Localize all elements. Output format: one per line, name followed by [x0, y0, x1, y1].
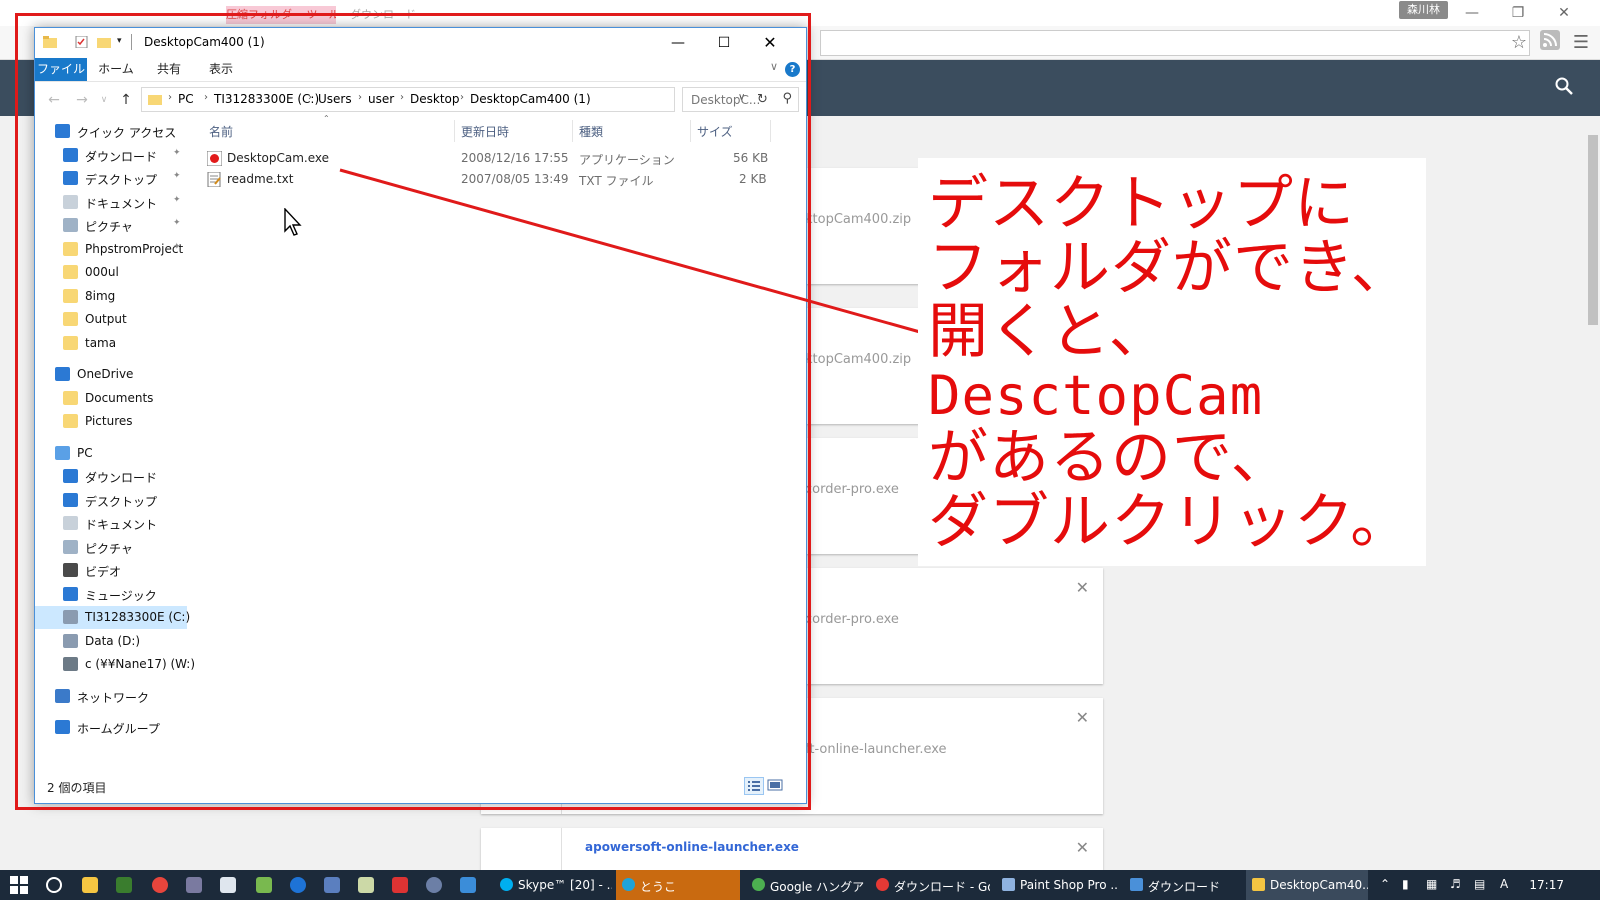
bookmark-star-icon[interactable]: ☆ — [1506, 30, 1532, 56]
note-line-2: フォルダができ、 — [928, 233, 1412, 303]
download-link[interactable]: apowersoft-online-launcher.exe — [585, 840, 799, 854]
ime-icon[interactable]: A — [1500, 877, 1508, 891]
taskbar-app-hangouts[interactable]: Google ハングア... — [746, 870, 864, 900]
skype-icon — [500, 878, 513, 891]
taskbar-app-downloads-chrome[interactable]: ダウンロード - Go... — [870, 870, 990, 900]
mouse-cursor-icon — [284, 208, 302, 236]
clock: 17:17 — [1529, 878, 1564, 892]
note-line-1: デスクトップに — [928, 169, 1355, 239]
cortana-icon[interactable] — [46, 877, 62, 893]
taskbar-app-skype[interactable]: Skype™ [20] - ... — [494, 870, 612, 900]
taskbar-app-downloads-folder[interactable]: ダウンロード — [1124, 870, 1240, 900]
taskbar-app-chat[interactable]: とうこ — [616, 870, 740, 900]
taskbar: Skype™ [20] - ... とうこ Google ハングア... ダウン… — [0, 870, 1600, 900]
download-filename[interactable]: ft-online-launcher.exe — [805, 742, 947, 757]
paint-icon — [1002, 878, 1015, 891]
bird-app-icon[interactable] — [460, 877, 476, 893]
annotation-note: デスクトップに フォルダができ、 開くと、 DesctopCam があるので、 … — [918, 158, 1426, 566]
diamond-app-icon[interactable] — [392, 877, 408, 893]
card-divider — [561, 828, 562, 870]
download-card: apowersoft-online-launcher.exe ✕ — [481, 828, 1103, 870]
globe-app-icon[interactable] — [426, 877, 442, 893]
rss-icon[interactable] — [1537, 30, 1563, 56]
notepad-icon[interactable] — [82, 877, 98, 893]
download-filename[interactable]: ktopCam400.zip — [805, 212, 911, 227]
chat-icon — [622, 878, 635, 891]
close-icon[interactable]: ✕ — [1076, 578, 1089, 597]
download-filename[interactable]: corder-pro.exe — [805, 482, 899, 497]
taskbar-app-desktopcam-folder[interactable]: DesktopCam40... — [1246, 870, 1368, 900]
folder-icon — [1252, 878, 1265, 891]
browser-close-button[interactable]: ✕ — [1542, 2, 1586, 24]
user-profile-badge[interactable]: 森川林 — [1399, 1, 1448, 19]
download-filename[interactable]: corder-pro.exe — [805, 612, 899, 627]
note-line-5: があるので、 — [928, 423, 1292, 493]
menu-icon[interactable]: ☰ — [1568, 30, 1594, 56]
volume-icon[interactable]: ♬ — [1450, 877, 1461, 891]
network-tray-icon[interactable]: ▦ — [1426, 877, 1437, 891]
edge-icon[interactable] — [290, 877, 306, 893]
tree-app-icon[interactable] — [116, 877, 132, 893]
browser-minimize-button[interactable]: — — [1450, 2, 1494, 24]
address-bar[interactable] — [820, 30, 1530, 56]
calculator-icon[interactable] — [220, 877, 236, 893]
download-arrow-icon — [1130, 878, 1143, 891]
chrome-icon[interactable] — [152, 877, 168, 893]
search-icon[interactable] — [1554, 76, 1578, 100]
page-scrollbar-thumb[interactable] — [1588, 135, 1598, 325]
notification-icon[interactable]: ▤ — [1474, 877, 1485, 891]
note-line-4: DesctopCam — [928, 364, 1264, 427]
sheet-icon[interactable] — [358, 877, 374, 893]
battery-icon[interactable]: ▮ — [1402, 877, 1409, 891]
excel-icon[interactable] — [324, 877, 340, 893]
close-icon[interactable]: ✕ — [1076, 838, 1089, 857]
image-app-icon[interactable] — [256, 877, 272, 893]
note-line-6: ダブルクリック。 — [928, 487, 1412, 557]
tray-chevron-icon[interactable]: ⌃ — [1380, 877, 1390, 891]
chrome-icon — [876, 878, 889, 891]
chrome-icon — [752, 878, 765, 891]
taskbar-app-paintshop[interactable]: Paint Shop Pro ... — [996, 870, 1118, 900]
note-line-3: 開くと、 — [928, 297, 1170, 367]
browser-restore-button[interactable]: ❐ — [1496, 2, 1540, 24]
download-filename[interactable]: ktopCam400.zip — [805, 352, 911, 367]
highlight-rectangle — [15, 13, 811, 810]
windows-start-icon[interactable] — [10, 876, 28, 894]
close-icon[interactable]: ✕ — [1076, 708, 1089, 727]
app-icon[interactable] — [186, 877, 202, 893]
